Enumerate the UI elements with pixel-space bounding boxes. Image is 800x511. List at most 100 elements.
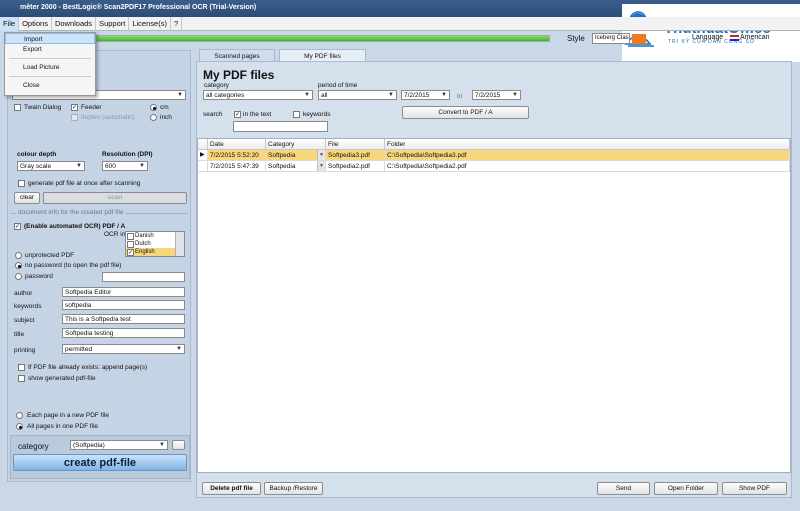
keywords-field[interactable]: softpedia [62, 300, 185, 310]
row-header-cell [198, 161, 208, 172]
period-label: period of time [318, 82, 358, 89]
colour-depth-select[interactable]: Gray scale ▼ [17, 161, 85, 171]
cell-file[interactable]: Softpedia3.pdf [326, 150, 385, 161]
clear-button[interactable]: clear [14, 192, 40, 204]
printing-select[interactable]: permitted ▼ [62, 344, 185, 354]
send-button[interactable]: Send [597, 482, 650, 495]
resolution-select[interactable]: 600 ▼ [102, 161, 148, 171]
unprotected-label: unprotected PDF [25, 252, 75, 259]
menu-support[interactable]: Support [96, 17, 130, 31]
cm-label: cm [160, 104, 169, 111]
docinfo-group-label: document info for the created pdf file [16, 209, 126, 216]
password-radio[interactable] [15, 273, 22, 280]
create-pdf-button[interactable]: create pdf-file [13, 454, 187, 471]
chevron-down-icon: ▼ [176, 346, 182, 352]
column-header-category[interactable]: Category [266, 139, 326, 150]
file-menu-dropdown: Import Export Load Picture Close [4, 32, 96, 96]
period-value: all [321, 92, 328, 99]
author-field[interactable]: Softpedia Editor [62, 287, 185, 297]
twain-label: Twain Dialog [24, 104, 62, 111]
password-field[interactable] [102, 272, 185, 282]
cell-folder[interactable]: C:\Softpedia\Softpedia3.pdf [385, 150, 790, 161]
no-password-radio[interactable] [15, 262, 22, 269]
logo: ThuthuatOffice TRI KỶ CỦA DÂN CÔNG SỞ [622, 4, 800, 62]
cell-category[interactable]: Softpedia ▼ [266, 150, 326, 161]
convert-pdfa-button[interactable]: Convert to PDF / A [402, 106, 529, 119]
category-add-button[interactable] [172, 440, 185, 450]
generate-checkbox[interactable] [18, 180, 25, 187]
keywords-label: keywords [14, 303, 42, 310]
ocr-language-list[interactable]: Danish Dutch ✓ English [125, 231, 185, 257]
no-password-label: no password (to open the pdf file) [25, 262, 122, 269]
subject-field[interactable]: This is a Softpedia test [62, 314, 185, 324]
feeder-label: Feeder [81, 104, 102, 111]
append-label: If PDF file already exists: append page(… [28, 364, 148, 371]
menu-separator [9, 58, 91, 59]
cell-date[interactable]: 7/2/2015 5:52:20 [208, 150, 266, 161]
menu-downloads[interactable]: Downloads [52, 17, 97, 31]
keywords-checkbox[interactable] [293, 111, 300, 118]
list-scrollbar[interactable] [175, 232, 184, 256]
menu-licenses[interactable]: License(s) [129, 17, 171, 31]
feeder-checkbox[interactable]: ✓ [71, 104, 78, 111]
show-generated-checkbox[interactable] [18, 375, 25, 382]
column-header-file[interactable]: File [326, 139, 385, 150]
ocr-in-label: OCR in [104, 231, 126, 238]
list-item-label: Danish [135, 233, 154, 239]
filter-keywords-label: keywords [303, 111, 331, 118]
open-folder-button[interactable]: Open Folder [654, 482, 718, 495]
cell-category-value: Softpedia [268, 163, 296, 170]
delete-pdf-button[interactable]: Delete pdf file [202, 482, 261, 495]
column-header-date[interactable]: Date [208, 139, 266, 150]
each-page-radio[interactable] [16, 412, 23, 419]
author-label: author [14, 290, 33, 297]
period-select[interactable]: all ▼ [318, 90, 397, 100]
language-select[interactable]: American [740, 34, 770, 41]
inch-radio[interactable] [150, 114, 157, 121]
menu-file[interactable]: File [0, 17, 20, 31]
search-input[interactable] [233, 121, 328, 132]
scan-button[interactable]: scan [43, 192, 187, 204]
title-field[interactable]: Softpedia testing [62, 328, 185, 338]
category-select[interactable]: (Softpedia) ▼ [70, 440, 168, 450]
menu-item-close[interactable]: Close [5, 80, 95, 91]
cm-radio[interactable] [150, 104, 157, 111]
cell-file[interactable]: Softpedia2.pdf [326, 161, 385, 172]
ocr-checkbox[interactable]: ✓ [14, 223, 21, 230]
menu-item-export[interactable]: Export [5, 44, 95, 55]
menu-help[interactable]: ? [171, 17, 183, 31]
column-header-folder[interactable]: Folder [385, 139, 790, 150]
filter-category-select[interactable]: all categories ▼ [203, 90, 313, 100]
cell-category[interactable]: Softpedia ▼ [266, 161, 326, 172]
search-label: search [203, 111, 223, 118]
filter-category-value: all categories [206, 92, 245, 99]
date-from-picker[interactable]: 7/2/2015 ▼ [401, 90, 450, 100]
show-pdf-button[interactable]: Show PDF [722, 482, 787, 495]
resolution-value: 600 [105, 163, 116, 170]
chevron-down-icon: ▼ [159, 442, 165, 448]
colour-depth-label: colour depth [17, 151, 57, 158]
all-pages-radio[interactable] [16, 423, 23, 430]
danish-checkbox[interactable] [127, 232, 134, 240]
generate-label: generate pdf file at once after scanning [28, 180, 141, 187]
subject-label: subject [14, 317, 35, 324]
date-to-value: 7/2/2015 [475, 92, 501, 99]
cell-date[interactable]: 7/2/2015 5:47:39 [208, 161, 266, 172]
date-to-picker[interactable]: 7/2/2015 ▼ [472, 90, 521, 100]
list-item-label: English [135, 249, 155, 255]
english-checkbox[interactable]: ✓ [127, 248, 134, 256]
menu-item-load-picture[interactable]: Load Picture [5, 62, 95, 73]
menu-item-import[interactable]: Import [5, 33, 95, 44]
duplex-checkbox[interactable] [71, 114, 78, 121]
duplex-label: duplex (automatic) [81, 114, 135, 121]
style-select[interactable]: Iceberg Classic [592, 33, 630, 44]
twain-checkbox[interactable] [14, 104, 21, 111]
inch-label: inch [160, 114, 172, 121]
in-text-checkbox[interactable]: ✓ [234, 111, 241, 118]
menu-options[interactable]: Options [19, 17, 52, 31]
cell-folder[interactable]: C:\Softpedia\Softpedia2.pdf [385, 161, 790, 172]
dutch-checkbox[interactable] [127, 240, 134, 248]
unprotected-radio[interactable] [15, 252, 22, 259]
backup-restore-button[interactable]: Backup /Restore [264, 482, 323, 495]
append-checkbox[interactable] [18, 364, 25, 371]
